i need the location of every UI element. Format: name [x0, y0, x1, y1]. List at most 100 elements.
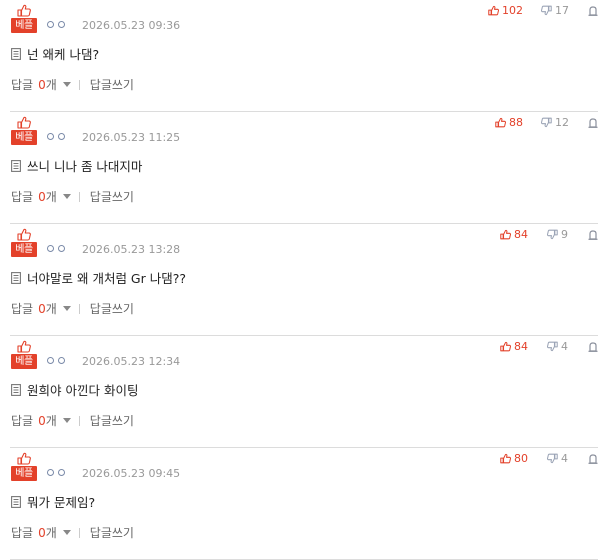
downvote-button[interactable]: 4 [547, 452, 568, 465]
upvote-count: 84 [514, 228, 528, 241]
circle-icon [58, 21, 65, 28]
comment-text: 너야말로 왜 개처럼 Gr 나댐?? [27, 271, 186, 286]
comment-header: 베플 2026.05.23 09:45 80 4 [11, 452, 598, 484]
thumbs-up-icon [17, 452, 31, 465]
write-reply-button[interactable]: 답글쓰기 [90, 524, 134, 541]
upvote-count: 80 [514, 452, 528, 465]
comment-footer: 답글 0 개 답글쓰기 [11, 188, 134, 205]
best-label: 베플 [11, 18, 37, 33]
circle-icon [47, 469, 54, 476]
upvote-button[interactable]: 102 [488, 4, 523, 17]
reply-unit[interactable]: 개 [46, 76, 57, 93]
downvote-count: 4 [561, 340, 568, 353]
divider [78, 79, 80, 90]
thumbs-up-icon [500, 229, 511, 240]
downvote-button[interactable]: 9 [547, 228, 568, 241]
comment-item: 베플 2026.05.23 13:28 84 9 너야말로 왜 개처럼 Gr 나… [10, 224, 598, 336]
comment-body: 뭐가 문제임? [11, 492, 95, 511]
caret-down-icon[interactable] [62, 530, 71, 535]
caret-down-icon[interactable] [62, 194, 71, 199]
best-badge: 베플 [11, 116, 37, 146]
circle-icon [58, 357, 65, 364]
write-reply-button[interactable]: 답글쓰기 [90, 188, 134, 205]
upvote-button[interactable]: 84 [500, 340, 528, 353]
report-icon[interactable] [588, 230, 598, 240]
upvote-count: 88 [509, 116, 523, 129]
downvote-count: 12 [555, 116, 569, 129]
reply-count[interactable]: 0 [38, 302, 46, 316]
reply-label[interactable]: 답글 [11, 188, 33, 205]
circle-icon [58, 133, 65, 140]
report-icon[interactable] [588, 118, 598, 128]
comment-item: 베플 2026.05.23 12:34 84 4 원희야 아낀다 화이팅 답글 … [10, 336, 598, 448]
reply-count[interactable]: 0 [38, 190, 46, 204]
author-dots [47, 132, 69, 142]
thumbs-up-icon [17, 116, 31, 129]
report-icon[interactable] [588, 342, 598, 352]
comment-date: 2026.05.23 11:25 [82, 131, 181, 144]
comment-header: 베플 2026.05.23 12:34 84 4 [11, 340, 598, 372]
reply-label[interactable]: 답글 [11, 524, 33, 541]
reply-count[interactable]: 0 [38, 414, 46, 428]
thumbs-up-icon [500, 453, 511, 464]
thumbs-up-icon [495, 117, 506, 128]
downvote-count: 17 [555, 4, 569, 17]
comment-text: 쓰니 니나 좀 나대지마 [27, 159, 143, 174]
downvote-button[interactable]: 4 [547, 340, 568, 353]
document-icon [11, 495, 21, 508]
comment-date: 2026.05.23 09:36 [82, 19, 181, 32]
comment-body: 넌 왜케 나댐? [11, 44, 99, 63]
caret-down-icon[interactable] [62, 82, 71, 87]
report-icon[interactable] [588, 454, 598, 464]
caret-down-icon[interactable] [62, 306, 71, 311]
best-label: 베플 [11, 354, 37, 369]
reply-label[interactable]: 답글 [11, 300, 33, 317]
reply-unit[interactable]: 개 [46, 188, 57, 205]
circle-icon [47, 245, 54, 252]
circle-icon [47, 21, 54, 28]
downvote-button[interactable]: 12 [541, 116, 569, 129]
best-label: 베플 [11, 242, 37, 257]
report-icon[interactable] [588, 6, 598, 16]
comment-footer: 답글 0 개 답글쓰기 [11, 412, 134, 429]
caret-down-icon[interactable] [62, 418, 71, 423]
upvote-button[interactable]: 88 [495, 116, 523, 129]
reply-unit[interactable]: 개 [46, 524, 57, 541]
thumbs-up-icon [17, 228, 31, 241]
thumbs-down-icon [541, 5, 552, 16]
circle-icon [58, 245, 65, 252]
reply-label[interactable]: 답글 [11, 76, 33, 93]
best-comment-list: 베플 2026.05.23 09:36 102 17 넌 왜케 나댐? 답글 0… [0, 0, 608, 560]
thumbs-up-icon [17, 4, 31, 17]
downvote-count: 4 [561, 452, 568, 465]
comment-header: 베플 2026.05.23 11:25 88 12 [11, 116, 598, 148]
downvote-button[interactable]: 17 [541, 4, 569, 17]
write-reply-button[interactable]: 답글쓰기 [90, 76, 134, 93]
best-badge: 베플 [11, 340, 37, 370]
thumbs-down-icon [547, 229, 558, 240]
comment-body: 너야말로 왜 개처럼 Gr 나댐?? [11, 268, 186, 287]
write-reply-button[interactable]: 답글쓰기 [90, 412, 134, 429]
write-reply-button[interactable]: 답글쓰기 [90, 300, 134, 317]
best-badge: 베플 [11, 452, 37, 482]
downvote-count: 9 [561, 228, 568, 241]
thumbs-down-icon [547, 453, 558, 464]
divider [78, 191, 80, 202]
comment-item: 베플 2026.05.23 11:25 88 12 쓰니 니나 좀 나대지마 답… [10, 112, 598, 224]
reply-label[interactable]: 답글 [11, 412, 33, 429]
circle-icon [47, 133, 54, 140]
comment-item: 베플 2026.05.23 09:36 102 17 넌 왜케 나댐? 답글 0… [10, 0, 598, 112]
document-icon [11, 159, 21, 172]
comment-body: 쓰니 니나 좀 나대지마 [11, 156, 142, 175]
reply-count[interactable]: 0 [38, 78, 46, 92]
reply-count[interactable]: 0 [38, 526, 46, 540]
reply-unit[interactable]: 개 [46, 300, 57, 317]
reply-unit[interactable]: 개 [46, 412, 57, 429]
document-icon [11, 383, 21, 396]
thumbs-up-icon [17, 340, 31, 353]
upvote-button[interactable]: 84 [500, 228, 528, 241]
comment-footer: 답글 0 개 답글쓰기 [11, 76, 134, 93]
upvote-button[interactable]: 80 [500, 452, 528, 465]
upvote-count: 84 [514, 340, 528, 353]
thumbs-up-icon [500, 341, 511, 352]
